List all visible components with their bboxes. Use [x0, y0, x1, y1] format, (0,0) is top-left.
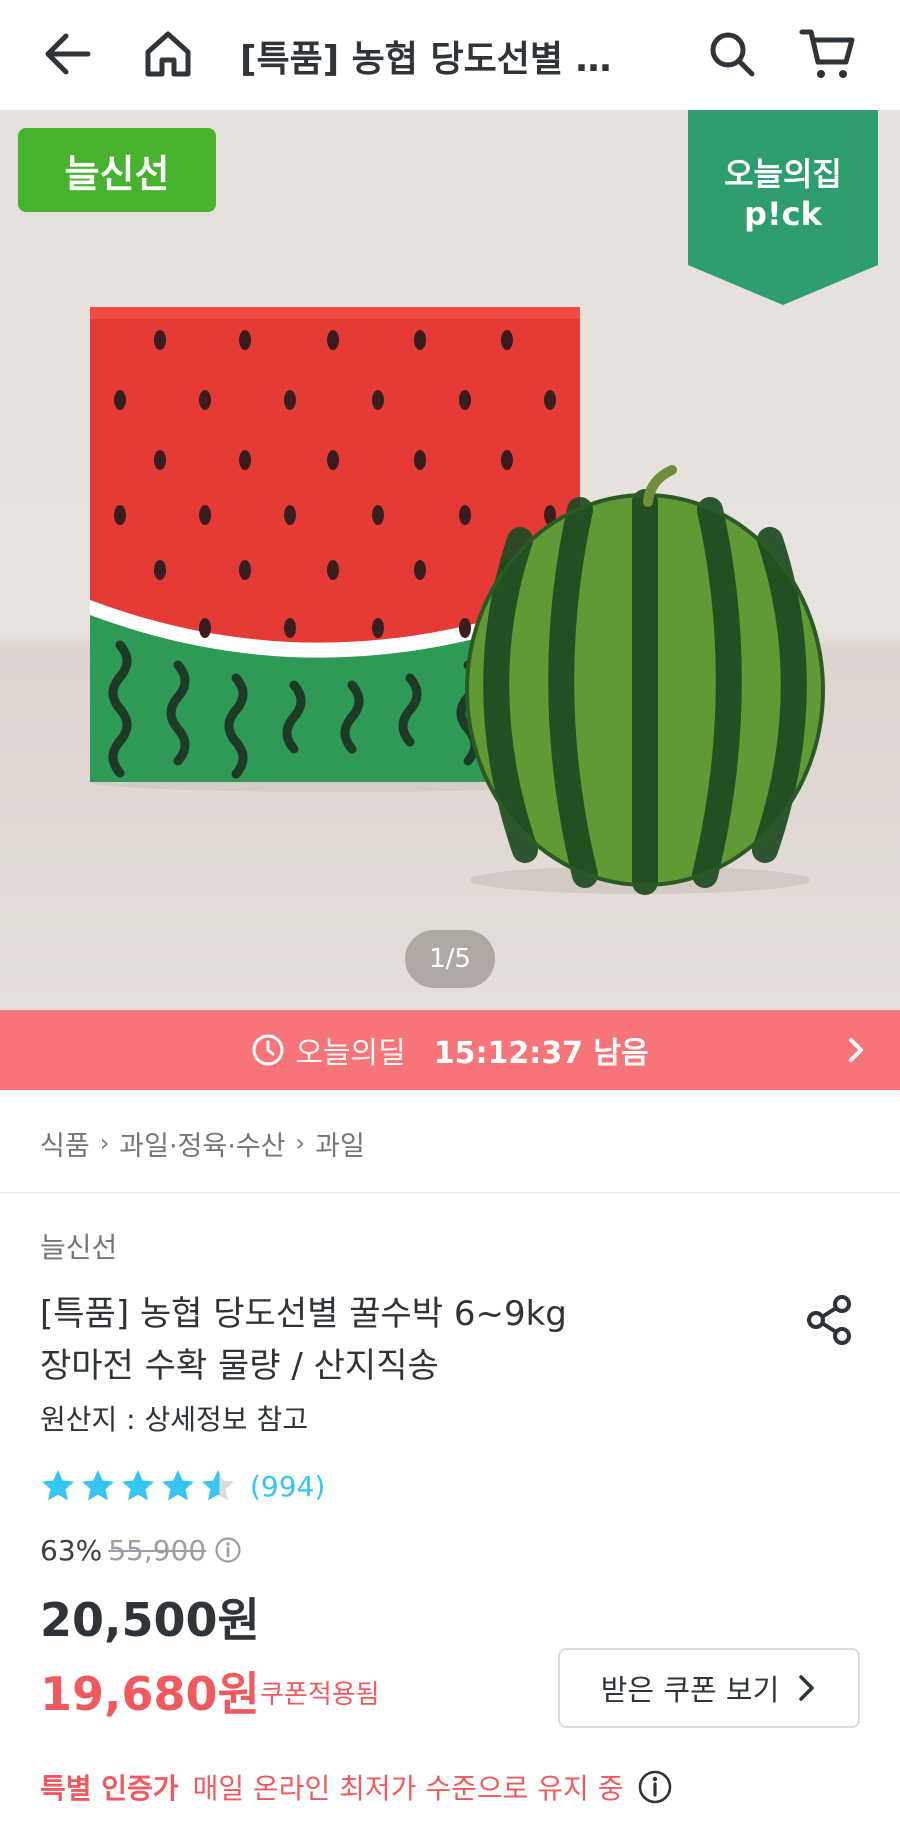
- back-button[interactable]: [36, 22, 100, 86]
- home-button[interactable]: [136, 22, 200, 86]
- share-button[interactable]: [800, 1290, 860, 1350]
- chevron-right-icon: ›: [99, 1129, 110, 1157]
- today-pick-badge: 오늘의집 p!ck: [688, 110, 878, 309]
- search-icon: [710, 32, 755, 77]
- view-coupons-label: 받은 쿠폰 보기: [600, 1673, 780, 1707]
- cert-label: 특별 인증가: [40, 1772, 179, 1805]
- breadcrumb: 식품 › 과일·정육·수산 › 과일: [40, 1120, 365, 1166]
- breadcrumb-item-fruit[interactable]: 과일: [315, 1124, 365, 1163]
- special-price-certification: 특별 인증가 매일 온라인 최저가 수준으로 유지 중: [40, 1766, 673, 1808]
- top-app-bar: [특품] 농협 당도선별 꿀수박 6~9kg 장마전 수확 물량 / 산지직송: [0, 0, 900, 110]
- fresh-badge: 늘신선: [18, 128, 216, 212]
- pick-badge-line1: 오늘의집: [724, 155, 842, 193]
- pick-badge-line2: p!ck: [744, 195, 822, 233]
- origin-info: 원산지 : 상세정보 참고: [40, 1403, 308, 1436]
- rating-row[interactable]: (994): [40, 1466, 325, 1506]
- pick-badge-text: 오늘의집 p!ck: [688, 154, 878, 234]
- chevron-right-icon: ›: [295, 1129, 306, 1157]
- cert-text: 매일 온라인 최저가 수준으로 유지 중: [192, 1772, 624, 1805]
- product-title: [특품] 농협 당도선별 꿀수박 6~9kg 장마전 수확 물량 / 산지직송: [40, 1288, 720, 1392]
- brand-link[interactable]: 늘신선: [40, 1226, 117, 1266]
- share-icon: [807, 1295, 851, 1345]
- image-pager: 1/5: [405, 930, 495, 988]
- deal-label: 오늘의딜: [295, 1036, 406, 1071]
- page-title: [특품] 농협 당도선별 꿀수박 6~9kg 장마전 수확 물량 / 산지직송: [240, 39, 640, 80]
- star-rating-icon: [42, 1470, 234, 1501]
- deal-countdown: 15:12:37 남음: [433, 1036, 649, 1071]
- product-title-line1: [특품] 농협 당도선별 꿀수박 6~9kg: [40, 1294, 567, 1334]
- today-deal-bar[interactable]: 오늘의딜 15:12:37 남음: [0, 1010, 900, 1090]
- clock-icon: [252, 1034, 284, 1066]
- chevron-right-icon: [799, 1675, 815, 1701]
- cart-icon: [799, 29, 855, 78]
- info-icon[interactable]: [637, 1769, 673, 1805]
- product-title-line2: 장마전 수확 물량 / 산지직송: [40, 1346, 439, 1386]
- home-icon: [145, 31, 191, 77]
- coupon-applied-label: 쿠폰적용됨: [260, 1680, 380, 1710]
- chevron-right-icon: [834, 1028, 878, 1072]
- original-price: 55,900: [108, 1533, 207, 1567]
- sale-price: 20,500원: [40, 1593, 260, 1647]
- discount-rate: 63%: [40, 1533, 103, 1567]
- info-icon[interactable]: [214, 1536, 242, 1564]
- deal-content: 오늘의딜 15:12:37 남음: [251, 1028, 649, 1072]
- review-count[interactable]: (994): [250, 1470, 325, 1503]
- discount-row: 63% 55,900: [40, 1530, 242, 1570]
- search-button[interactable]: [700, 22, 764, 86]
- view-coupons-button[interactable]: 받은 쿠폰 보기: [558, 1648, 860, 1728]
- breadcrumb-item-food[interactable]: 식품: [40, 1124, 90, 1163]
- coupon-price: 19,680원: [40, 1667, 260, 1721]
- back-arrow-icon: [45, 33, 91, 75]
- breadcrumb-item-fruit-meat-seafood[interactable]: 과일·정육·수산: [119, 1124, 285, 1163]
- cart-button[interactable]: [796, 22, 860, 86]
- product-image-carousel[interactable]: 늘신선 오늘의집 p!ck 1/5: [0, 110, 900, 1010]
- section-divider: [0, 1192, 900, 1194]
